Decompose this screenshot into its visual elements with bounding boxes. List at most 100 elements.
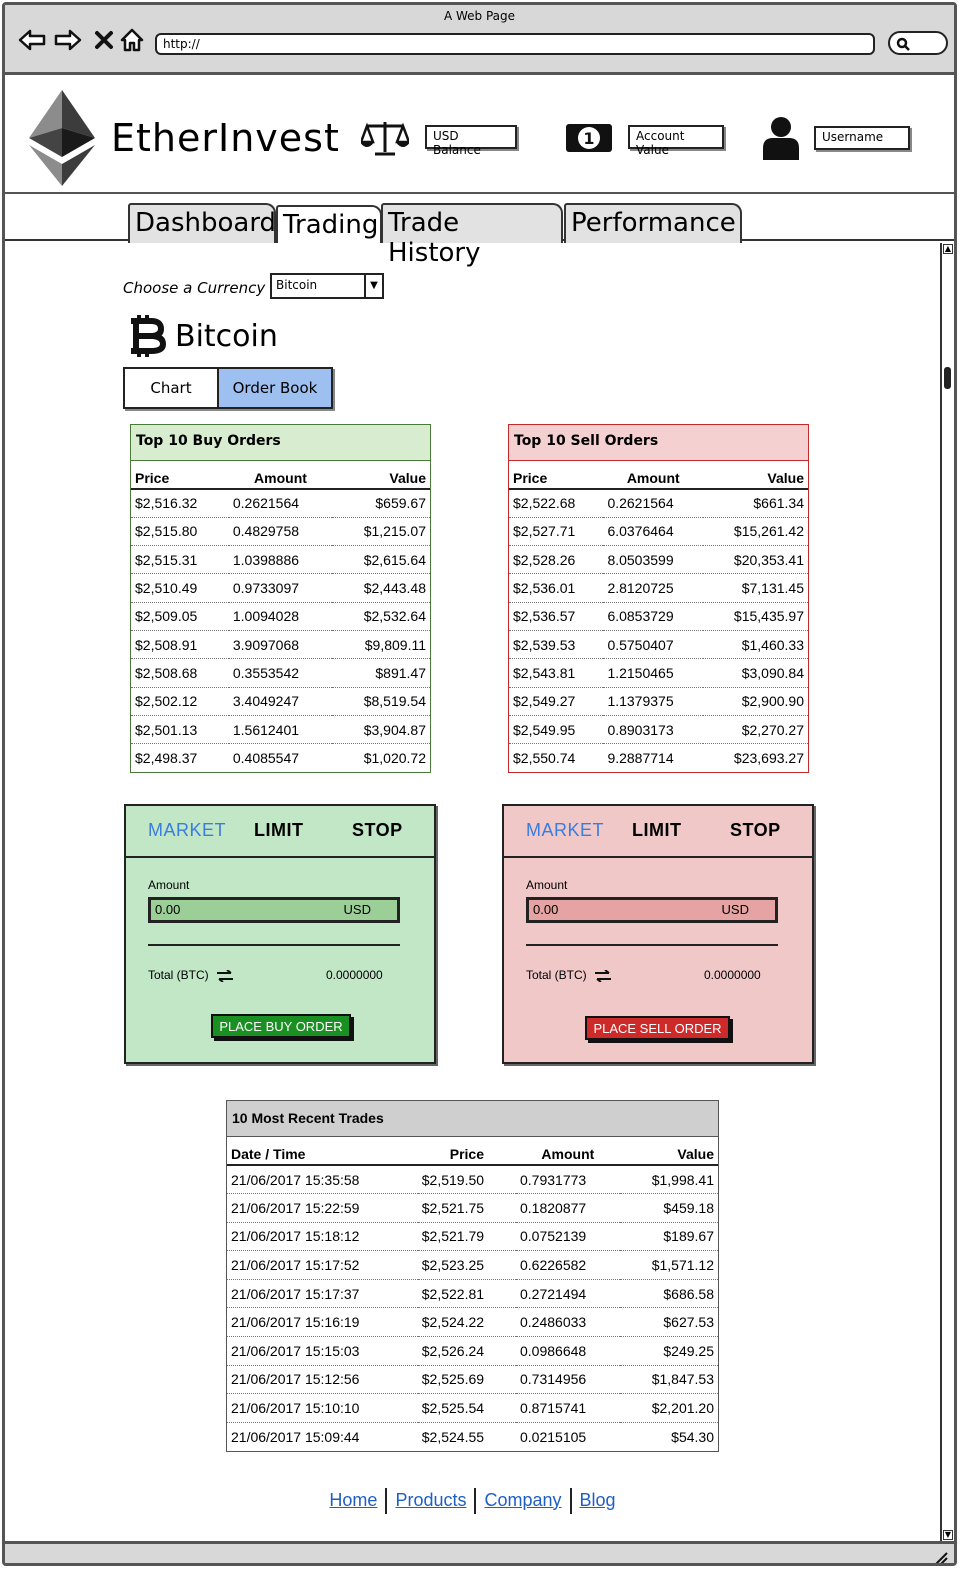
- table-row: $2,549.95 0.8903173 $2,270.27: [509, 715, 808, 745]
- table-cell: 1.5612401: [228, 715, 333, 745]
- close-icon[interactable]: [89, 25, 119, 55]
- column-header: Amount: [603, 461, 704, 490]
- buy-amount-input[interactable]: 0.00 USD: [148, 897, 400, 923]
- scale-icon: [359, 118, 411, 162]
- table-row: 21/06/2017 15:15:03 $2,526.24 0.0986648 $24…: [227, 1336, 718, 1366]
- table-row: $2,510.49 0.9733097 $2,443.48: [131, 573, 430, 603]
- table-row: 21/06/2017 15:22:59 $2,521.75 0.1820877 $45…: [227, 1193, 718, 1223]
- back-icon[interactable]: [17, 25, 47, 55]
- table-cell: $7,131.45: [703, 573, 808, 603]
- account-value-field[interactable]: Account Value: [628, 125, 724, 157]
- currency-label: Choose a Currency: [123, 279, 266, 297]
- tab-limit[interactable]: LIMIT: [632, 820, 682, 841]
- order-book-view-button[interactable]: Order Book: [219, 369, 331, 407]
- sell-amount-input[interactable]: 0.00 USD: [526, 897, 778, 923]
- amount-currency: USD: [721, 902, 749, 917]
- brand-name[interactable]: EtherInvest: [111, 116, 340, 160]
- table-cell: 21/06/2017 15:17:52: [227, 1250, 418, 1280]
- currency-select[interactable]: Bitcoin ▼: [270, 273, 384, 299]
- footer-link-company[interactable]: Company: [476, 1490, 569, 1510]
- total-label: Total (BTC): [526, 968, 612, 983]
- footer-link-products[interactable]: Products: [387, 1490, 474, 1510]
- table-cell: $2,532.64: [332, 602, 430, 631]
- table-row: 21/06/2017 15:12:56 $2,525.69 0.7314956 $1,…: [227, 1365, 718, 1395]
- table-row: 21/06/2017 15:16:19 $2,524.22 0.2486033 $62…: [227, 1307, 718, 1338]
- table-cell: $2,528.26: [509, 545, 604, 575]
- table-cell: $2,527.71: [509, 517, 604, 547]
- table-row: $2,527.71 6.0376464 $15,261.42: [509, 517, 808, 547]
- view-toggle: Chart Order Book: [123, 367, 333, 409]
- tab-limit[interactable]: LIMIT: [254, 820, 304, 841]
- column-header: Value: [703, 461, 808, 490]
- buy-order-type-tabs: MARKET LIMIT STOP: [126, 806, 434, 858]
- table-cell: $3,090.84: [703, 658, 808, 688]
- table-row: 21/06/2017 15:35:58 $2,519.50 0.7931773 $1,…: [227, 1165, 718, 1195]
- sell-order-panel: MARKET LIMIT STOP Amount 0.00 USD Total …: [502, 804, 814, 1064]
- table-row: $2,522.68 0.2621564 $661.34: [509, 489, 808, 518]
- table-cell: $2,509.05: [131, 602, 229, 631]
- footer-link-home[interactable]: Home: [321, 1490, 385, 1510]
- recent-trades-table: 10 Most Recent Trades Date / Time Price …: [226, 1100, 719, 1452]
- username-field[interactable]: Username: [814, 126, 910, 150]
- table-cell: 1.2150465: [603, 658, 704, 688]
- table-cell: $459.18: [619, 1193, 718, 1223]
- table-cell: 0.2621564: [228, 489, 333, 518]
- tab-market[interactable]: MARKET: [148, 820, 226, 841]
- chevron-down-icon[interactable]: ▼: [364, 275, 382, 297]
- amount-label: Amount: [526, 878, 568, 892]
- scroll-up-icon[interactable]: ▲: [943, 244, 953, 254]
- column-header: Value: [619, 1137, 718, 1166]
- usd-balance-field[interactable]: USD Balance: [425, 125, 517, 157]
- table-cell: $23,693.27: [733, 750, 804, 767]
- scroll-thumb[interactable]: [944, 367, 951, 389]
- resize-grip-icon[interactable]: [932, 1549, 948, 1565]
- tab-trade-history[interactable]: Trade History: [381, 203, 563, 268]
- tab-dashboard[interactable]: Dashboard: [128, 203, 276, 243]
- table-cell: $2,521.79: [417, 1222, 516, 1252]
- table-row: $2,539.53 0.5750407 $1,460.33: [509, 630, 808, 660]
- table-cell: 21/06/2017 15:22:59: [227, 1193, 418, 1223]
- table-row: $2,536.01 2.8120725 $7,131.45: [509, 573, 808, 603]
- amount-value: 0.00: [155, 902, 181, 917]
- tab-stop[interactable]: STOP: [352, 820, 403, 841]
- user-icon[interactable]: [763, 116, 799, 164]
- column-header: Value: [332, 461, 430, 490]
- browser-search-field[interactable]: [888, 31, 948, 55]
- place-buy-order-button[interactable]: PLACE BUY ORDER: [211, 1014, 351, 1038]
- tab-performance[interactable]: Performance: [564, 203, 742, 243]
- table-cell: 0.3553542: [228, 658, 333, 688]
- home-icon[interactable]: [117, 25, 147, 55]
- swap-icon[interactable]: [594, 969, 612, 983]
- scroll-down-icon[interactable]: ▼: [943, 1530, 953, 1540]
- browser-window: A Web Page http:// EtherInvest USD Balan…: [2, 2, 957, 1566]
- tab-trading[interactable]: Trading: [276, 205, 382, 243]
- chart-view-button[interactable]: Chart: [125, 369, 219, 407]
- table-cell: 0.8715741: [516, 1393, 620, 1423]
- table-cell: $2,521.75: [417, 1193, 516, 1223]
- table-row: $2,536.57 6.0853729 $15,435.97: [509, 602, 808, 631]
- table-cell: 0.2621564: [603, 489, 704, 518]
- table-cell: 0.7931773: [516, 1165, 620, 1195]
- table-row: 21/06/2017 15:18:12 $2,521.79 0.0752139 $18…: [227, 1222, 718, 1252]
- forward-icon[interactable]: [53, 25, 83, 55]
- table-cell: 21/06/2017 15:16:19: [227, 1307, 418, 1338]
- table-cell: $189.67: [619, 1222, 718, 1252]
- table-cell: 21/06/2017 15:09:44: [231, 1428, 360, 1445]
- url-input[interactable]: http://: [155, 33, 875, 55]
- table-cell: 0.4829758: [228, 517, 333, 547]
- tab-market[interactable]: MARKET: [526, 820, 604, 841]
- ethereum-logo-icon[interactable]: [29, 90, 95, 190]
- table-cell: $2,524.22: [417, 1307, 516, 1338]
- table-cell: $8,519.54: [332, 687, 430, 716]
- table-cell: $2,524.55: [421, 1428, 485, 1445]
- tab-stop[interactable]: STOP: [730, 820, 781, 841]
- table-cell: 21/06/2017 15:10:10: [227, 1393, 418, 1423]
- swap-icon[interactable]: [216, 969, 234, 983]
- sell-order-type-tabs: MARKET LIMIT STOP: [504, 806, 812, 858]
- table-cell: 0.6226582: [516, 1250, 620, 1280]
- footer-link-blog[interactable]: Blog: [572, 1490, 624, 1510]
- table-row: $2,501.13 1.5612401 $3,904.87: [131, 715, 430, 745]
- place-sell-order-button[interactable]: PLACE SELL ORDER: [585, 1016, 730, 1040]
- vertical-scrollbar[interactable]: ▲ ▼: [940, 243, 954, 1541]
- table-cell: $9,809.11: [332, 630, 430, 660]
